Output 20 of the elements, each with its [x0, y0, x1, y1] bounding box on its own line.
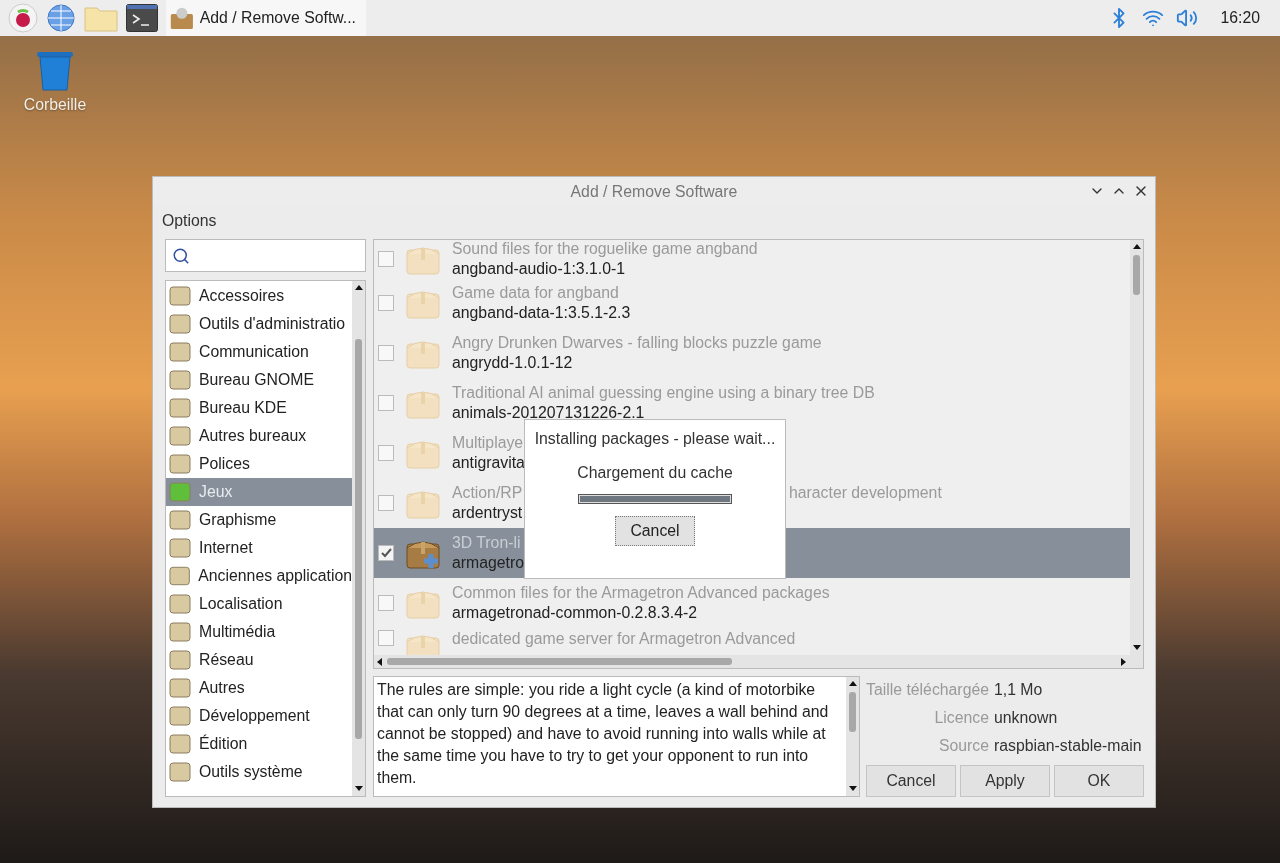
dialog-message: Chargement du cache: [577, 464, 733, 482]
package-name: angrydd-1.0.1-12: [452, 354, 574, 372]
detail-label: Taille téléchargée: [866, 681, 989, 699]
detail-value: 1,1 Mo: [994, 681, 1044, 699]
package-name: antigravita: [452, 454, 525, 472]
package-name: animals-201207131226-2.1: [452, 404, 646, 422]
detail-label: Licence: [933, 709, 989, 727]
window-title: Add / Remove Software: [570, 182, 738, 201]
desktop-icon-label: Corbeille: [23, 96, 87, 114]
package-name: armagetro: [452, 554, 524, 572]
dialog-title: Installing packages - please wait...: [534, 430, 776, 448]
package-name: angband-audio-1:3.1.0-1: [452, 260, 627, 278]
detail-label: Source: [937, 737, 989, 755]
detail-value: unknown: [994, 709, 1059, 727]
detail-value: raspbian-stable-main: [994, 737, 1143, 755]
package-long-description: The rules are simple: you ride a light cycle (a kind of motorbike that can only turn 90 degrees at a time, leaves a wall behind and cannot be stopped) and have to avoid running into walls while at the same time you have to try to get your opponent to run into them.: [376, 680, 830, 788]
package-name: ardentryst: [452, 504, 523, 522]
package-description: haracter development: [789, 484, 942, 502]
package-name: armagetronad-common-0.2.8.3.4-2: [452, 604, 698, 622]
package-name: angband-data-1:3.5.1-2.3: [452, 304, 631, 322]
